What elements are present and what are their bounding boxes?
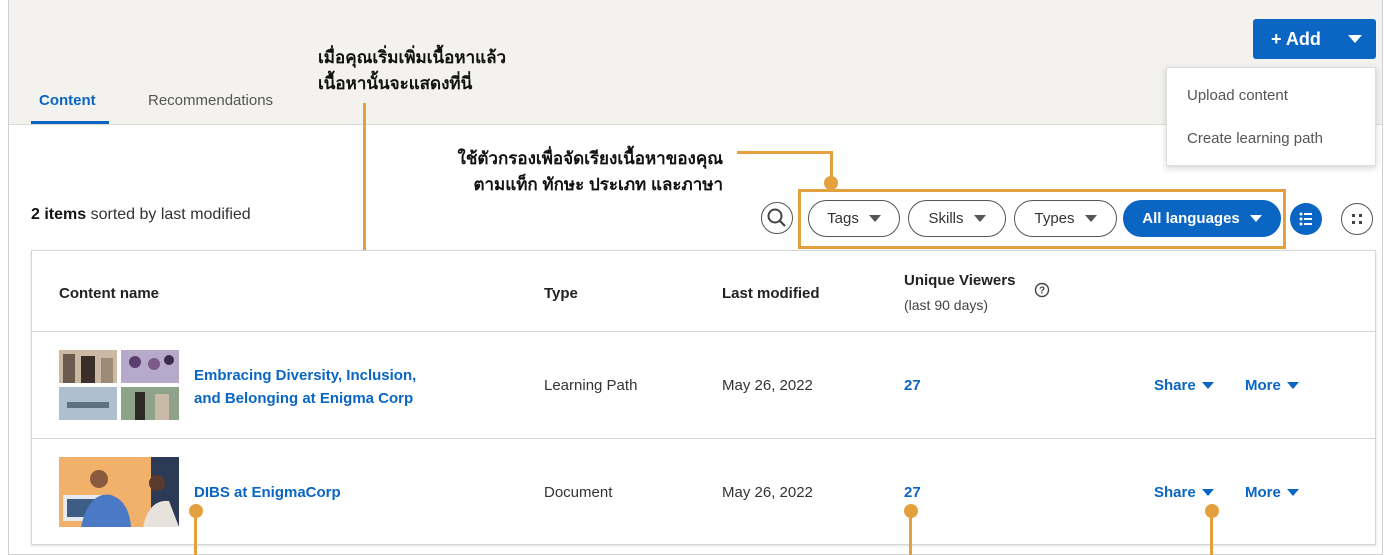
thumbnail-learning-path [59,350,179,420]
add-menu: Upload content Create learning path [1166,67,1376,166]
row-divider [32,438,1375,439]
content-title-link[interactable]: DIBS at EnigmaCorp [194,484,341,501]
list-icon [1299,212,1312,226]
grid-icon [1352,214,1362,224]
header-viewers-period: (last 90 days) [904,297,989,313]
filter-languages[interactable]: All languages [1123,200,1281,237]
callout-dot-filters [824,176,838,190]
filter-types[interactable]: Types [1014,200,1117,237]
content-title-line1: Embracing Diversity, Inclusion, [194,367,417,384]
filter-skills-label: Skills [928,210,964,227]
header-type[interactable]: Type [544,285,578,302]
filter-tags[interactable]: Tags [808,200,900,237]
header-content-name[interactable]: Content name [59,285,159,302]
share-label: Share [1154,377,1196,394]
items-count: 2 items [31,206,87,223]
more-button[interactable]: More [1245,484,1299,501]
share-button[interactable]: Share [1154,377,1214,394]
active-tab-indicator [31,121,109,124]
annotation-filters: ใช้ตัวกรองเพื่อจัดเรียงเนื้อหาของคุณ ตาม… [387,146,723,198]
more-button[interactable]: More [1245,377,1299,394]
search-button[interactable] [761,202,793,234]
annotation-filters-line2: ตามแท็ก ทักษะ ประเภท และภาษา [473,175,723,194]
more-label: More [1245,484,1281,501]
content-type: Document [544,484,613,501]
chevron-down-icon [868,215,881,222]
annotation-content: เมื่อคุณเริ่มเพิ่มเนื้อหาแล้ว เนื้อหานั้… [318,45,506,97]
header-unique-viewers[interactable]: Unique Viewers [904,272,1015,289]
svg-text:?: ? [1039,286,1045,297]
content-table: Content name Type Last modified Unique V… [31,250,1376,545]
menu-item-create-learning-path[interactable]: Create learning path [1187,130,1323,147]
content-title-link[interactable]: Embracing Diversity, Inclusion, and Belo… [194,364,416,410]
content-panel: Content Recommendations เมื่อคุณเริ่มเพิ… [8,0,1383,555]
filter-skills[interactable]: Skills [908,200,1006,237]
filter-types-label: Types [1034,210,1075,227]
chevron-down-icon [1201,382,1214,389]
add-button[interactable]: + Add [1253,19,1376,59]
add-button-label: + Add [1271,28,1321,49]
share-button[interactable]: Share [1154,484,1214,501]
annotation-content-line2: เนื้อหานั้นจะแสดงที่นี่ [318,74,473,93]
callout-line-title [194,516,197,555]
chevron-down-icon [1249,215,1262,222]
content-last-modified: May 26, 2022 [722,377,813,394]
annotation-filters-line1: ใช้ตัวกรองเพื่อจัดเรียงเนื้อหาของคุณ [457,149,723,168]
sort-description: sorted by last modified [86,206,251,223]
row-divider [32,331,1375,332]
content-type: Learning Path [544,377,638,394]
share-label: Share [1154,484,1196,501]
annotation-content-line1: เมื่อคุณเริ่มเพิ่มเนื้อหาแล้ว [318,48,507,67]
callout-line-viewers [909,516,912,555]
tab-content[interactable]: Content [39,92,96,109]
callout-line-share [1210,516,1213,555]
chevron-down-icon [1201,489,1214,496]
grid-view-button[interactable] [1341,203,1373,235]
chevron-down-icon [1286,382,1299,389]
thumbnail-document [59,457,179,527]
list-view-button[interactable] [1290,203,1322,235]
chevron-down-icon [1348,35,1362,43]
content-viewers-count[interactable]: 27 [904,484,921,501]
chevron-down-icon [1286,489,1299,496]
help-icon[interactable]: ? [1034,282,1050,298]
filter-tags-label: Tags [827,210,859,227]
more-label: More [1245,377,1281,394]
search-icon [767,208,786,227]
chevron-down-icon [1084,215,1097,222]
content-title-line2: and Belonging at Enigma Corp [194,390,414,407]
header-last-modified[interactable]: Last modified [722,285,820,302]
content-viewers-count[interactable]: 27 [904,377,921,394]
items-summary: 2 items sorted by last modified [31,206,251,224]
chevron-down-icon [973,215,986,222]
filter-languages-label: All languages [1142,210,1240,227]
content-last-modified: May 26, 2022 [722,484,813,501]
callout-line-filters-h [737,151,831,154]
menu-item-upload-content[interactable]: Upload content [1187,87,1288,104]
tab-recommendations[interactable]: Recommendations [148,92,273,109]
